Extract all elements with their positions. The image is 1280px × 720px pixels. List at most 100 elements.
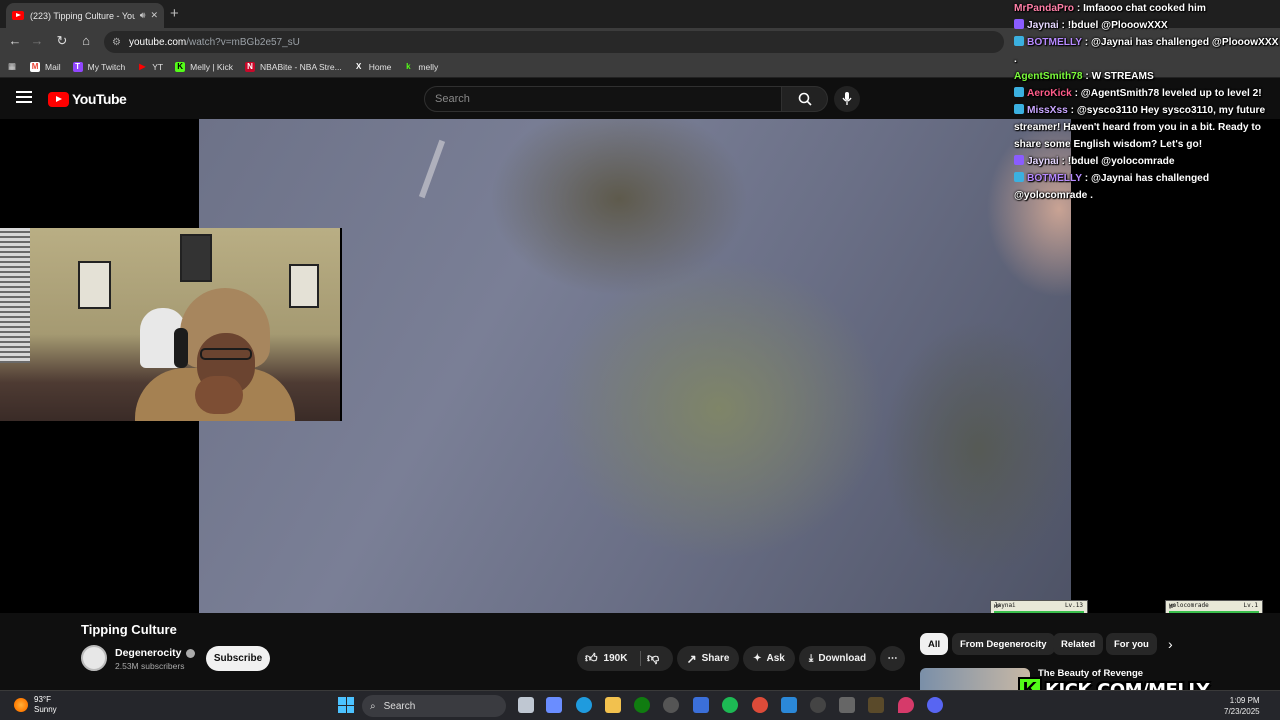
wall-poster (180, 234, 212, 282)
like-count: 190K (603, 653, 628, 664)
weather-widget[interactable]: 93°F Sunny (14, 695, 57, 715)
chat-badge-icon (1014, 87, 1024, 97)
channel-name-row[interactable]: Degenerocity (115, 647, 195, 659)
voice-search-button[interactable] (834, 86, 860, 112)
windows-taskbar: 93°F Sunny ⌕ Search 1:09 PM 7/23/2025 (0, 690, 1280, 720)
dislike-button[interactable]: 👎︎ (647, 651, 659, 666)
photos-icon[interactable] (781, 697, 797, 713)
chat-username: AeroKick (1027, 88, 1072, 99)
ask-label: Ask (766, 653, 785, 664)
copilot-icon[interactable] (546, 697, 562, 713)
home-icon[interactable]: ⌂ (77, 33, 95, 48)
headset (174, 328, 188, 368)
channel-avatar[interactable] (81, 645, 107, 671)
search-icon: ⌕ (370, 700, 376, 712)
store-icon[interactable] (693, 697, 709, 713)
back-icon[interactable]: ← (6, 33, 24, 48)
chat-username: MissXss (1027, 105, 1068, 116)
download-button[interactable]: ⤓ Download (799, 646, 876, 671)
chat-badge-icon (1014, 36, 1024, 46)
chip-related[interactable]: Related (1053, 633, 1104, 655)
system-clock[interactable]: 1:09 PM 7/23/2025 (1224, 695, 1260, 717)
forward-icon[interactable]: → (28, 33, 46, 48)
chip-from-channel[interactable]: From Degenerocity (952, 633, 1055, 655)
chat-badge-icon (1014, 155, 1024, 165)
url-path: /watch?v=mBGb2e57_sU (186, 36, 300, 48)
obs-icon[interactable] (663, 697, 679, 713)
reload-icon[interactable]: ↻ (53, 33, 71, 49)
chat-text: Imfaooo chat cooked him (1083, 3, 1206, 14)
search-button[interactable] (782, 86, 828, 112)
download-icon: ⤓ (808, 653, 814, 664)
duel-hp-label: HP (1169, 604, 1176, 610)
arrow-app-icon[interactable] (839, 697, 855, 713)
chat-badge-icon (1014, 19, 1024, 29)
chat-overlay: MrPandaPro : Imfaooo chat cooked him Jayn… (1014, 0, 1280, 204)
spotify-icon[interactable] (722, 697, 738, 713)
xbox-icon[interactable] (634, 697, 650, 713)
bookmark-my-twitch[interactable]: T My Twitch (72, 61, 125, 72)
chip-all[interactable]: All (920, 633, 949, 655)
apps-grid-icon[interactable]: ▦ (8, 61, 16, 72)
chat-username: BOTMELLY (1027, 173, 1082, 184)
url-field[interactable]: ⚙ youtube.com/watch?v=mBGb2e57_sU (104, 31, 1004, 53)
recommended-thumbnail[interactable] (920, 668, 1030, 690)
like-button[interactable]: 👍︎ 190K (585, 651, 627, 666)
chat-username: MrPandaPro (1014, 3, 1075, 14)
menu-icon[interactable] (16, 91, 32, 103)
maps-pin-icon[interactable] (898, 697, 914, 713)
chat-text: !bduel @PlooowXXX (1067, 20, 1168, 31)
chip-for-you[interactable]: For you (1106, 633, 1157, 655)
app-icon[interactable] (868, 697, 884, 713)
bookmark-melly-kick[interactable]: K Melly | Kick (175, 61, 233, 72)
share-label: Share (701, 653, 730, 664)
chevron-right-icon[interactable]: › (1168, 636, 1173, 652)
wall-poster (289, 264, 319, 308)
bookmark-mail[interactable]: M Mail (30, 61, 61, 72)
bookmark-label: Melly | Kick (190, 61, 233, 72)
edge-icon[interactable] (576, 697, 592, 713)
file-explorer-icon[interactable] (605, 697, 621, 713)
nba-icon: N (244, 61, 255, 72)
duel-hp-label: HP (994, 604, 1001, 610)
duel-player2-level: Lv.1 (1243, 602, 1258, 609)
weather-condition: Sunny (34, 705, 57, 714)
bookmark-home[interactable]: X Home (354, 61, 392, 72)
temperature: 93°F (34, 695, 51, 704)
chat-username: Jaynai (1027, 20, 1059, 31)
search-icon (798, 92, 812, 106)
twitch-icon: T (72, 61, 83, 72)
bookmark-yt[interactable]: ▶ YT (137, 62, 163, 72)
taskbar-search[interactable]: ⌕ Search (362, 695, 506, 717)
chat-message: BOTMELLY : @Jaynai has challenged @yoloc… (1014, 172, 1210, 201)
microphone-icon (842, 92, 852, 105)
chrome-icon[interactable] (752, 697, 768, 713)
close-tab-icon[interactable]: ✕ (150, 10, 158, 21)
chat-message: AeroKick : @AgentSmith78 leveled up to l… (1014, 85, 1280, 102)
chat-message: BOTMELLY : @Jaynai has challenged @Plooo… (1014, 36, 1279, 65)
speaker-icon[interactable]: 🔊︎ (140, 10, 146, 21)
browser-tab[interactable]: (223) Tipping Culture - You 🔊︎ ✕ (6, 3, 164, 28)
youtube-logo[interactable]: YouTube (48, 91, 127, 107)
task-view-icon[interactable] (518, 697, 534, 713)
search-input[interactable] (424, 86, 782, 112)
bookmark-nbabite[interactable]: N NBABite - NBA Stre... (244, 61, 342, 72)
chat-message: MissXss : @sysco3110 Hey sysco3110, my f… (1014, 104, 1266, 150)
discord-icon[interactable] (927, 697, 943, 713)
windows-start-icon[interactable] (338, 697, 354, 713)
site-info-icon[interactable]: ⚙ (112, 37, 121, 48)
new-tab-button[interactable]: + (170, 5, 179, 22)
more-icon: ⋯ (887, 653, 898, 664)
bookmark-melly[interactable]: k melly (403, 62, 438, 72)
media-player-icon[interactable] (810, 697, 826, 713)
duel-player1-level: Lv.13 (1064, 602, 1083, 609)
more-actions-button[interactable]: ⋯ (880, 646, 905, 671)
bookmark-label: melly (418, 61, 439, 72)
x-logo-icon: X (356, 61, 362, 71)
share-button[interactable]: ↗ Share (677, 646, 739, 671)
youtube-play-icon (48, 91, 69, 107)
ask-button[interactable]: ✦ Ask (743, 646, 795, 671)
bookmark-label: Home (368, 61, 392, 72)
clock-time: 1:09 PM (1229, 696, 1260, 705)
subscribe-button[interactable]: Subscribe (206, 646, 270, 671)
